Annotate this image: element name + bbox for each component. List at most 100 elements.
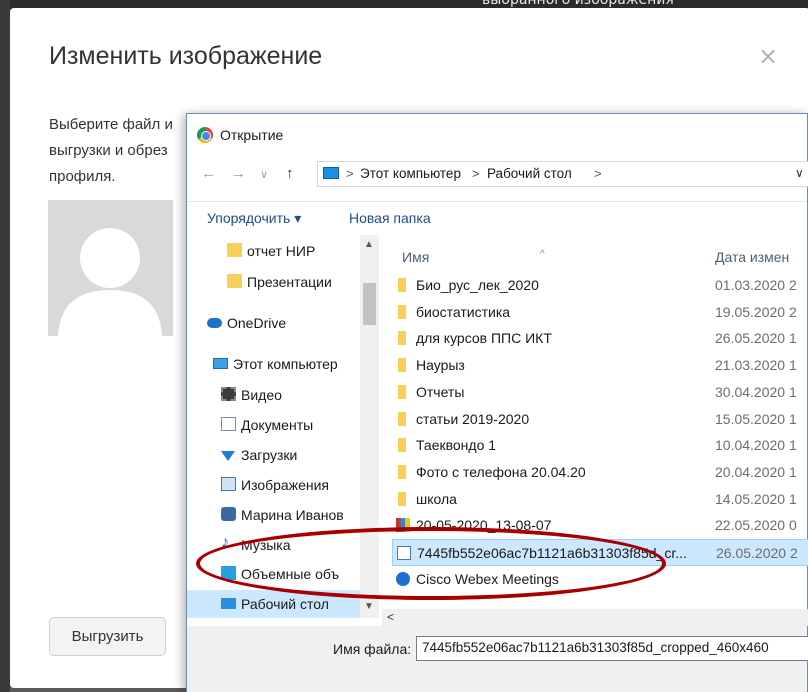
- scroll-left-icon[interactable]: <: [387, 610, 394, 624]
- documents-icon: [221, 417, 236, 431]
- breadcrumb-separator: >: [472, 166, 480, 181]
- column-header-date[interactable]: Дата измен: [707, 235, 808, 269]
- forward-arrow-icon[interactable]: →: [231, 165, 246, 182]
- nav-item-label: Объемные объ: [241, 566, 340, 582]
- file-date: 26.05.2020 1: [715, 330, 797, 347]
- file-date: 26.05.2020 2: [716, 545, 798, 561]
- avatar-placeholder: [48, 200, 173, 336]
- navigation-scrollbar[interactable]: ▲ ▼: [360, 235, 379, 618]
- file-row[interactable]: для курсов ППС ИКТ 26.05.2020 1: [392, 325, 808, 352]
- folder-icon: [398, 358, 406, 373]
- background-page-edge: [0, 0, 10, 692]
- nav-item[interactable]: отчет НИР: [187, 237, 362, 265]
- chrome-icon: [197, 127, 213, 143]
- breadcrumb-this-pc[interactable]: Этот компьютер: [360, 166, 461, 181]
- nav-item-label: Марина Иванов: [241, 507, 344, 523]
- nav-item-label: Документы: [241, 417, 314, 433]
- scroll-down-icon[interactable]: ▼: [364, 601, 374, 612]
- nav-item-label: Загрузки: [241, 447, 298, 463]
- nav-item-label: Музыка: [241, 537, 291, 553]
- filename-row: Имя файла: 7445fb552e06ac7b1121a6b31303f…: [187, 626, 808, 692]
- file-row[interactable]: школа 14.05.2020 1: [392, 486, 808, 513]
- folder-icon: [227, 274, 242, 288]
- nav-item[interactable]: Видео: [187, 381, 362, 409]
- cloud-icon: [207, 318, 222, 328]
- up-arrow-icon[interactable]: ↑: [286, 165, 294, 182]
- file-name: статьи 2019-2020: [416, 410, 530, 427]
- horizontal-scrollbar[interactable]: <: [382, 609, 808, 626]
- file-row[interactable]: статьи 2019-2020 15.05.2020 1: [392, 406, 808, 433]
- nav-item[interactable]: ♪ Музыка: [187, 531, 362, 559]
- column-header-name[interactable]: Имя ^: [392, 235, 692, 269]
- scrollbar-thumb[interactable]: [363, 283, 376, 325]
- modal-description-line: выгрузки и обрез: [49, 142, 168, 159]
- nav-item-label: OneDrive: [227, 315, 287, 331]
- nav-item[interactable]: Загрузки: [187, 441, 362, 469]
- nav-item[interactable]: Презентации: [187, 268, 362, 296]
- video-icon: [221, 387, 236, 401]
- file-row[interactable]: Отчеты 30.04.2020 1: [392, 379, 808, 406]
- dialog-titlebar: Открытие: [187, 114, 807, 154]
- back-arrow-icon[interactable]: ←: [201, 165, 216, 182]
- folder-icon: [227, 243, 242, 257]
- modal-title: Изменить изображение: [49, 42, 323, 70]
- nav-item[interactable]: Рабочий стол: [187, 590, 362, 618]
- folder-icon: [398, 384, 406, 399]
- column-date-label: Дата измен: [715, 249, 790, 265]
- column-name-label: Имя: [402, 249, 430, 265]
- nav-item[interactable]: Марина Иванов: [187, 501, 362, 529]
- folder-icon: [398, 438, 406, 453]
- modal-description-line: Выберите файл и: [49, 116, 173, 133]
- file-date: 14.05.2020 1: [715, 490, 797, 507]
- nav-item-label: отчет НИР: [247, 243, 316, 259]
- recent-locations-dropdown-icon[interactable]: ∨: [260, 168, 268, 181]
- new-folder-button[interactable]: Новая папка: [349, 210, 431, 226]
- organize-button[interactable]: Упорядочить ▾: [207, 210, 301, 227]
- nav-item[interactable]: OneDrive: [187, 309, 362, 337]
- file-row[interactable]: Таеквондо 1 10.04.2020 1: [392, 432, 808, 459]
- filename-label: Имя файла:: [333, 641, 412, 657]
- address-dropdown-icon[interactable]: ∨: [795, 166, 804, 180]
- file-row[interactable]: биостатистика 19.05.2020 2: [392, 299, 808, 326]
- file-name: Отчеты: [416, 383, 465, 400]
- navigation-pane: отчет НИР Презентации OneDrive Этот компьют…: [187, 235, 382, 618]
- file-row[interactable]: 20-05-2020_13-08-07 22.05.2020 0: [392, 512, 808, 539]
- close-icon[interactable]: ×: [758, 42, 778, 70]
- sort-ascending-icon: ^: [540, 249, 545, 260]
- folder-icon: [398, 278, 406, 292]
- file-name: биостатистика: [416, 303, 511, 320]
- file-open-dialog: Открытие ← → ∨ ↑ > Этот компьютер > Рабо…: [186, 113, 808, 692]
- breadcrumb-desktop[interactable]: Рабочий стол: [487, 166, 572, 181]
- filename-input[interactable]: 7445fb552e06ac7b1121a6b31303f85d_cropped…: [416, 636, 808, 661]
- file-row[interactable]: Cisco Webex Meetings: [392, 566, 808, 593]
- address-bar[interactable]: > Этот компьютер > Рабочий стол > ∨: [317, 161, 808, 187]
- music-icon: ♪: [221, 534, 229, 551]
- file-row[interactable]: Био_рус_лек_2020 01.03.2020 2: [392, 272, 808, 299]
- nav-item-label: Рабочий стол: [241, 596, 329, 612]
- computer-icon: [323, 167, 339, 179]
- dialog-toolbar: Упорядочить ▾ Новая папка: [187, 201, 807, 235]
- nav-item[interactable]: Изображения: [187, 471, 362, 499]
- folder-icon: [398, 331, 406, 346]
- folder-icon: [398, 491, 406, 506]
- nav-item[interactable]: Объемные объ: [187, 560, 362, 588]
- upload-button[interactable]: Выгрузить: [49, 617, 166, 656]
- contact-icon: [221, 507, 236, 521]
- 3d-objects-icon: [221, 566, 236, 580]
- user-silhouette-icon: [48, 200, 173, 336]
- background-page-text: выбранного изображения: [482, 0, 674, 8]
- file-list: Имя ^ Дата измен Био_рус_лек_2020 01.03.2…: [392, 235, 808, 618]
- nav-item[interactable]: Документы: [187, 411, 362, 439]
- nav-item-label: Видео: [241, 387, 282, 403]
- file-row[interactable]: Наурыз 21.03.2020 1: [392, 352, 808, 379]
- file-row[interactable]: 7445fb552e06ac7b1121a6b31303f85d_cr... 26…: [392, 539, 808, 566]
- file-row[interactable]: Фото с телефона 20.04.20 20.04.2020 1: [392, 459, 808, 486]
- scroll-up-icon[interactable]: ▲: [364, 239, 374, 250]
- modal-description: Выберите файл и выгрузки и обрез профиля…: [49, 112, 199, 190]
- address-row: ← → ∨ ↑ > Этот компьютер > Рабочий стол …: [187, 159, 808, 191]
- nav-item-label: Изображения: [241, 477, 329, 493]
- folder-icon: [398, 411, 406, 426]
- file-name: 20-05-2020_13-08-07: [416, 517, 552, 534]
- nav-item[interactable]: Этот компьютер: [187, 350, 362, 378]
- nav-item-label: Этот компьютер: [233, 356, 338, 372]
